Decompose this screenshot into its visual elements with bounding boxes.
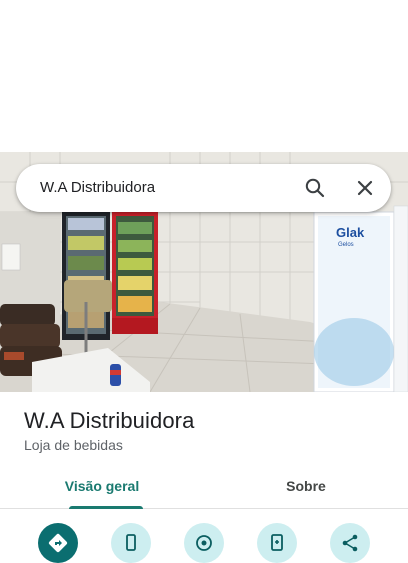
phone-icon — [126, 534, 136, 551]
share-icon — [342, 534, 358, 552]
nearby-icon — [196, 535, 212, 551]
tab-bar: Visão geral Sobre — [0, 468, 408, 509]
nearby-button[interactable] — [184, 523, 224, 563]
send-to-phone-icon — [271, 534, 283, 551]
map-blank-area — [0, 0, 408, 152]
share-button[interactable] — [330, 523, 370, 563]
directions-button[interactable] — [38, 523, 78, 563]
call-button[interactable] — [111, 523, 151, 563]
tab-overview[interactable]: Visão geral — [0, 468, 204, 509]
directions-icon — [48, 533, 68, 553]
banner-brand-text: Glak — [336, 225, 365, 240]
search-bar[interactable]: W.A Distribuidora — [16, 164, 391, 212]
tab-overview-label: Visão geral — [64, 478, 140, 494]
place-category[interactable]: Loja de bebidas — [24, 437, 123, 453]
search-icon[interactable] — [303, 176, 327, 200]
place-title: W.A Distribuidora — [24, 408, 195, 433]
banner-sub-text: Gelos — [338, 242, 354, 248]
tab-about[interactable]: Sobre — [204, 468, 408, 508]
close-icon[interactable] — [353, 176, 377, 200]
search-input[interactable]: W.A Distribuidora — [40, 164, 155, 212]
tab-active-indicator — [69, 506, 143, 509]
tab-about-label: Sobre — [286, 478, 326, 494]
send-to-phone-button[interactable] — [257, 523, 297, 563]
